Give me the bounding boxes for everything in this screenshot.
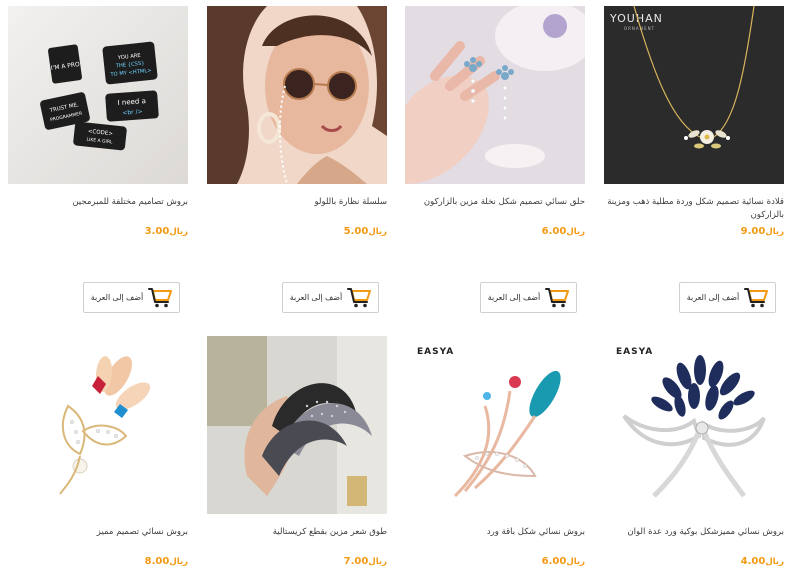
product-title[interactable]: سلسلة نظارة باللولو — [203, 196, 387, 209]
shopping-cart-icon — [545, 287, 570, 307]
product-image-blue-bouquet-brooch[interactable]: EASYA — [604, 336, 784, 514]
price-amount: 8.00 — [144, 556, 170, 567]
add-to-cart-label: أضف إلى العربة — [289, 293, 343, 302]
price-amount: 6.00 — [541, 226, 567, 237]
add-to-cart-label: أضف إلى العربة — [487, 293, 541, 302]
price-amount: 4.00 — [740, 556, 766, 567]
product-image-pearl-glasses-chain[interactable] — [207, 6, 387, 184]
add-to-cart-button[interactable]: أضف إلى العربة — [282, 282, 379, 313]
add-to-cart-label: أضف إلى العربة — [90, 293, 144, 302]
brand-logo: EASYA — [616, 347, 653, 357]
product-card: YOUHAN ORNAMENT قلادة نسائية تصميم شكل و… — [604, 6, 784, 316]
product-title[interactable]: بروش نسائي تصميم مميز — [4, 526, 188, 539]
currency-label: ريال — [765, 557, 784, 567]
price-amount: 9.00 — [740, 226, 766, 237]
currency-label: ريال — [169, 227, 188, 237]
product-card: EASYA بروش نسائي مميزشكل بوكية ورد عدة ا… — [604, 336, 784, 576]
product-card: طوق شعر مزين بقطع كريستالية ريال7.00 — [207, 336, 387, 576]
product-card: حلق نسائي تصميم شكل نخلة مزين بالزاركون … — [405, 6, 585, 316]
product-title[interactable]: قلادة نسائية تصميم شكل وردة مطلية ذهب وم… — [600, 196, 784, 222]
shopping-cart-icon — [744, 287, 769, 307]
product-card: I'M A PRO YOU ARE THE {CSS} TO MY <HTML>… — [8, 6, 188, 316]
product-title[interactable]: طوق شعر مزين بقطع كريستالية — [203, 526, 387, 539]
product-image-programmer-pins[interactable]: I'M A PRO YOU ARE THE {CSS} TO MY <HTML>… — [8, 6, 188, 184]
currency-label: ريال — [169, 557, 188, 567]
product-image-crystal-headband[interactable] — [207, 336, 387, 514]
add-to-cart-button[interactable]: أضف إلى العربة — [480, 282, 577, 313]
product-image-flower-necklace[interactable]: YOUHAN ORNAMENT — [604, 6, 784, 184]
product-price: ريال6.00 — [542, 226, 585, 237]
product-card: سلسلة نظارة باللولو ريال5.00 أضف إلى الع… — [207, 6, 387, 316]
currency-label: ريال — [368, 227, 387, 237]
product-price: ريال6.00 — [542, 556, 585, 567]
add-to-cart-button[interactable]: أضف إلى العربة — [83, 282, 180, 313]
price-amount: 3.00 — [144, 226, 170, 237]
product-title[interactable]: بروش نسائي مميزشكل بوكية ورد عدة الوان — [600, 526, 784, 539]
price-amount: 5.00 — [343, 226, 369, 237]
product-price: ريال5.00 — [344, 226, 387, 237]
svg-text:<br />: <br /> — [122, 108, 143, 116]
currency-label: ريال — [765, 227, 784, 237]
price-amount: 7.00 — [343, 556, 369, 567]
product-price: ريال9.00 — [741, 226, 784, 237]
product-price: ريال7.00 — [344, 556, 387, 567]
brand-logo: EASYA — [417, 347, 454, 357]
product-price: ريال3.00 — [145, 226, 188, 237]
product-card: EASYA بروش نسائي شكل باقة ورد ريال6.00 — [405, 336, 585, 576]
add-to-cart-button[interactable]: أضف إلى العربة — [679, 282, 776, 313]
product-price: ريال8.00 — [145, 556, 188, 567]
product-image-palm-earrings[interactable] — [405, 6, 585, 184]
shopping-cart-icon — [148, 287, 173, 307]
product-title[interactable]: حلق نسائي تصميم شكل نخلة مزين بالزاركون — [401, 196, 585, 209]
product-card: بروش نسائي تصميم مميز ريال8.00 — [8, 336, 188, 576]
product-image-bouquet-brooch[interactable]: EASYA — [405, 336, 585, 514]
product-grid: I'M A PRO YOU ARE THE {CSS} TO MY <HTML>… — [0, 0, 800, 577]
currency-label: ريال — [566, 227, 585, 237]
add-to-cart-label: أضف إلى العربة — [686, 293, 740, 302]
shopping-cart-icon — [347, 287, 372, 307]
price-amount: 6.00 — [541, 556, 567, 567]
product-image-leaf-brooch[interactable] — [8, 336, 188, 514]
product-title[interactable]: بروش نسائي شكل باقة ورد — [401, 526, 585, 539]
currency-label: ريال — [368, 557, 387, 567]
currency-label: ريال — [566, 557, 585, 567]
product-title[interactable]: بروش تصاميم مختلفة للمبرمجين — [4, 196, 188, 209]
product-price: ريال4.00 — [741, 556, 784, 567]
